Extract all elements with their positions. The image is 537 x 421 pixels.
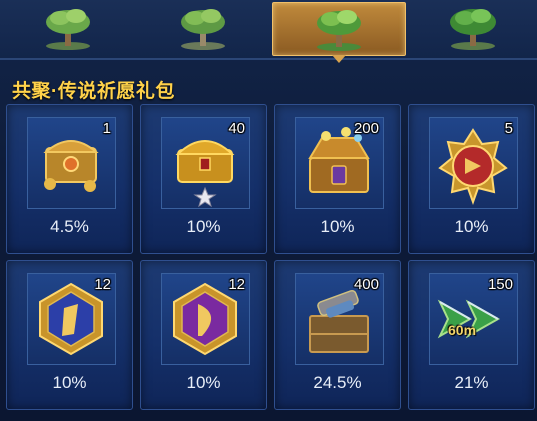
reward-probability: 10% xyxy=(186,373,221,392)
reward-icon-box: 5 xyxy=(429,117,518,209)
reward-quantity: 200 xyxy=(353,120,379,137)
tree-icon xyxy=(46,9,90,50)
reward-icon-box: 200 xyxy=(295,117,384,209)
reward-probability: 24.5% xyxy=(313,373,362,392)
reward-card[interactable]: 40 10% xyxy=(140,104,267,254)
reward-card[interactable]: 60m 150 21% xyxy=(408,260,535,410)
reward-quantity: 12 xyxy=(94,276,111,293)
reward-probability: 4.5% xyxy=(50,217,89,236)
reward-quantity: 150 xyxy=(487,276,513,293)
reward-probability: 10% xyxy=(186,217,221,236)
tree-icon xyxy=(181,9,225,50)
reward-card[interactable]: 1 4.5% xyxy=(6,104,133,254)
gift-pack-panel: 共聚·传说祈愿礼包 1 4.5% 40 10% 200 10% 5 10% 12… xyxy=(0,0,537,421)
reward-icon-box: 1 xyxy=(27,117,116,209)
tab-tree-1[interactable] xyxy=(2,2,134,54)
tab-tree-3[interactable] xyxy=(272,2,406,63)
reward-icon-box: 12 xyxy=(27,273,116,365)
reward-card[interactable]: 400 24.5% xyxy=(274,260,401,410)
tab-tree-2[interactable] xyxy=(137,2,269,54)
reward-icon-box: 60m 150 xyxy=(429,273,518,365)
reward-icon-box: 40 xyxy=(161,117,250,209)
reward-probability: 21% xyxy=(454,373,489,392)
reward-icon-box: 12 xyxy=(161,273,250,365)
reward-card[interactable]: 5 10% xyxy=(408,104,535,254)
reward-probability: 10% xyxy=(320,217,355,236)
tab-bar xyxy=(0,0,537,63)
reward-quantity: 1 xyxy=(102,120,111,137)
reward-card[interactable]: 200 10% xyxy=(274,104,401,254)
reward-probability: 10% xyxy=(52,373,87,392)
reward-icon-box: 400 xyxy=(295,273,384,365)
tab-tree-4[interactable] xyxy=(407,2,537,54)
reward-quantity: 400 xyxy=(353,276,379,293)
section-title: 共聚·传说祈愿礼包 xyxy=(12,81,175,102)
reward-card[interactable]: 12 10% xyxy=(6,260,133,410)
reward-quantity: 5 xyxy=(504,120,513,137)
tree-icon xyxy=(317,10,361,51)
tree-icon xyxy=(450,9,496,50)
reward-quantity: 40 xyxy=(228,120,245,137)
active-tab-indicator xyxy=(332,55,346,63)
reward-probability: 10% xyxy=(454,217,489,236)
reward-card[interactable]: 12 10% xyxy=(140,260,267,410)
reward-quantity: 12 xyxy=(228,276,245,293)
duration-label: 60m xyxy=(448,322,477,338)
